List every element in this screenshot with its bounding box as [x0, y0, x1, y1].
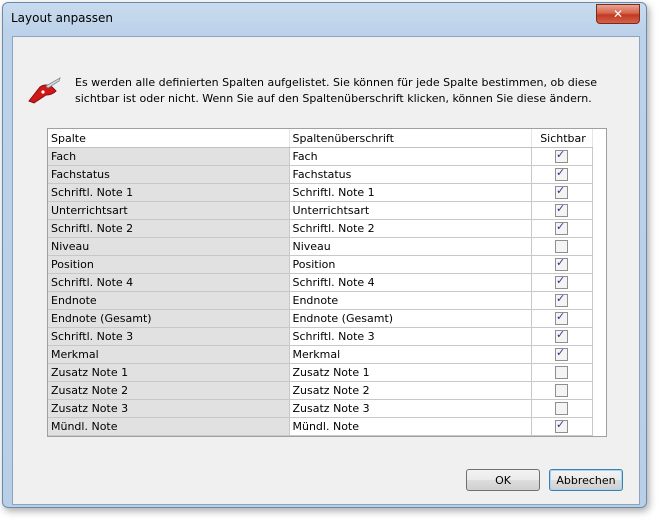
- cell-spaltenueberschrift[interactable]: Fachstatus: [289, 165, 532, 184]
- cell-sichtbar: [531, 417, 593, 436]
- cell-sichtbar: [531, 201, 593, 220]
- columns-table: Spalte Spaltenüberschrift Sichtbar Fach F…: [48, 129, 593, 436]
- cell-sichtbar: [531, 273, 593, 292]
- cell-spaltenueberschrift[interactable]: Schriftl. Note 4: [289, 273, 532, 292]
- table-row[interactable]: Mündl. Note Mündl. Note: [48, 417, 593, 436]
- table-row[interactable]: Schriftl. Note 2 Schriftl. Note 2: [48, 219, 593, 238]
- visible-checkbox[interactable]: [555, 292, 568, 308]
- visible-checkbox[interactable]: [555, 384, 568, 398]
- cell-spalte: Zusatz Note 2: [48, 381, 290, 400]
- cell-spaltenueberschrift[interactable]: Schriftl. Note 3: [289, 327, 532, 346]
- cell-sichtbar: [531, 381, 593, 400]
- visible-checkbox[interactable]: [555, 148, 568, 164]
- columns-grid[interactable]: Spalte Spaltenüberschrift Sichtbar Fach F…: [47, 128, 607, 437]
- close-icon: ✕: [612, 7, 624, 21]
- cell-sichtbar: [531, 255, 593, 274]
- dialog-client-area: Es werden alle definierten Spalten aufge…: [12, 36, 640, 505]
- cell-sichtbar: [531, 327, 593, 346]
- visible-checkbox[interactable]: [555, 418, 568, 434]
- cell-spaltenueberschrift[interactable]: Mündl. Note: [289, 417, 532, 436]
- table-row[interactable]: Unterrichtsart Unterrichtsart: [48, 201, 593, 220]
- table-row[interactable]: Schriftl. Note 4 Schriftl. Note 4: [48, 273, 593, 292]
- visible-checkbox[interactable]: [555, 366, 568, 380]
- cell-sichtbar: [531, 147, 593, 166]
- window-title: Layout anpassen: [11, 11, 114, 25]
- cell-spalte: Niveau: [48, 237, 290, 256]
- cell-sichtbar: [531, 237, 593, 256]
- visible-checkbox[interactable]: [555, 328, 568, 344]
- header-sichtbar[interactable]: Sichtbar: [531, 129, 593, 148]
- table-row[interactable]: Merkmal Merkmal: [48, 345, 593, 364]
- table-row[interactable]: Endnote (Gesamt) Endnote (Gesamt): [48, 309, 593, 328]
- dialog-window: Layout anpassen ✕ Es werden alle definie…: [2, 2, 647, 508]
- visible-checkbox[interactable]: [555, 274, 568, 290]
- header-spalte[interactable]: Spalte: [48, 129, 290, 148]
- table-row[interactable]: Zusatz Note 2 Zusatz Note 2: [48, 381, 593, 400]
- table-row[interactable]: Zusatz Note 3 Zusatz Note 3: [48, 399, 593, 418]
- cell-spaltenueberschrift[interactable]: Zusatz Note 3: [289, 399, 532, 418]
- cell-spalte: Mündl. Note: [48, 417, 290, 436]
- visible-checkbox[interactable]: [555, 346, 568, 362]
- table-row[interactable]: Position Position: [48, 255, 593, 274]
- header-spaltenueberschrift[interactable]: Spaltenüberschrift: [289, 129, 532, 148]
- cell-spalte: Position: [48, 255, 290, 274]
- cell-sichtbar: [531, 363, 593, 382]
- cell-spaltenueberschrift[interactable]: Niveau: [289, 237, 532, 256]
- cell-spalte: Unterrichtsart: [48, 201, 290, 220]
- cell-spaltenueberschrift[interactable]: Position: [289, 255, 532, 274]
- cell-sichtbar: [531, 399, 593, 418]
- table-row[interactable]: Schriftl. Note 3 Schriftl. Note 3: [48, 327, 593, 346]
- visible-checkbox[interactable]: [555, 256, 568, 272]
- cell-sichtbar: [531, 219, 593, 238]
- cell-sichtbar: [531, 183, 593, 202]
- grid-body: FachFachFachstatusFachstatusSchriftl. No…: [48, 147, 593, 436]
- table-row[interactable]: Fach Fach: [48, 147, 593, 166]
- visible-checkbox[interactable]: [555, 402, 568, 416]
- cell-spaltenueberschrift[interactable]: Merkmal: [289, 345, 532, 364]
- table-row[interactable]: Zusatz Note 1 Zusatz Note 1: [48, 363, 593, 382]
- cell-spalte: Schriftl. Note 1: [48, 183, 290, 202]
- grid-header-row: Spalte Spaltenüberschrift Sichtbar: [48, 129, 593, 148]
- table-row[interactable]: Fachstatus Fachstatus: [48, 165, 593, 184]
- cell-spaltenueberschrift[interactable]: Endnote: [289, 291, 532, 310]
- table-row[interactable]: Niveau Niveau: [48, 237, 593, 256]
- cell-spaltenueberschrift[interactable]: Fach: [289, 147, 532, 166]
- cell-spalte: Schriftl. Note 3: [48, 327, 290, 346]
- cell-spalte: Endnote (Gesamt): [48, 309, 290, 328]
- cell-spaltenueberschrift[interactable]: Unterrichtsart: [289, 201, 532, 220]
- pocket-knife-icon: [28, 77, 61, 104]
- table-row[interactable]: Schriftl. Note 1 Schriftl. Note 1: [48, 183, 593, 202]
- cell-spalte: Fach: [48, 147, 290, 166]
- cell-sichtbar: [531, 165, 593, 184]
- cell-spaltenueberschrift[interactable]: Zusatz Note 2: [289, 381, 532, 400]
- visible-checkbox[interactable]: [555, 310, 568, 326]
- visible-checkbox[interactable]: [555, 240, 568, 254]
- table-row[interactable]: Endnote Endnote: [48, 291, 593, 310]
- visible-checkbox[interactable]: [555, 202, 568, 218]
- cell-spalte: Endnote: [48, 291, 290, 310]
- cell-spalte: Fachstatus: [48, 165, 290, 184]
- cell-spalte: Zusatz Note 1: [48, 363, 290, 382]
- info-text: Es werden alle definierten Spalten aufge…: [75, 76, 598, 105]
- cell-spaltenueberschrift[interactable]: Schriftl. Note 1: [289, 183, 532, 202]
- ok-button[interactable]: OK: [466, 469, 540, 491]
- visible-checkbox[interactable]: [555, 184, 568, 200]
- cell-spalte: Zusatz Note 3: [48, 399, 290, 418]
- cell-spalte: Schriftl. Note 4: [48, 273, 290, 292]
- cell-spaltenueberschrift[interactable]: Schriftl. Note 2: [289, 219, 532, 238]
- cell-spalte: Merkmal: [48, 345, 290, 364]
- close-button[interactable]: ✕: [596, 4, 640, 24]
- cell-sichtbar: [531, 345, 593, 364]
- visible-checkbox[interactable]: [555, 166, 568, 182]
- visible-checkbox[interactable]: [555, 220, 568, 236]
- cell-sichtbar: [531, 309, 593, 328]
- cell-spaltenueberschrift[interactable]: Zusatz Note 1: [289, 363, 532, 382]
- cell-sichtbar: [531, 291, 593, 310]
- cell-spalte: Schriftl. Note 2: [48, 219, 290, 238]
- cancel-button[interactable]: Abbrechen: [549, 469, 623, 491]
- cell-spaltenueberschrift[interactable]: Endnote (Gesamt): [289, 309, 532, 328]
